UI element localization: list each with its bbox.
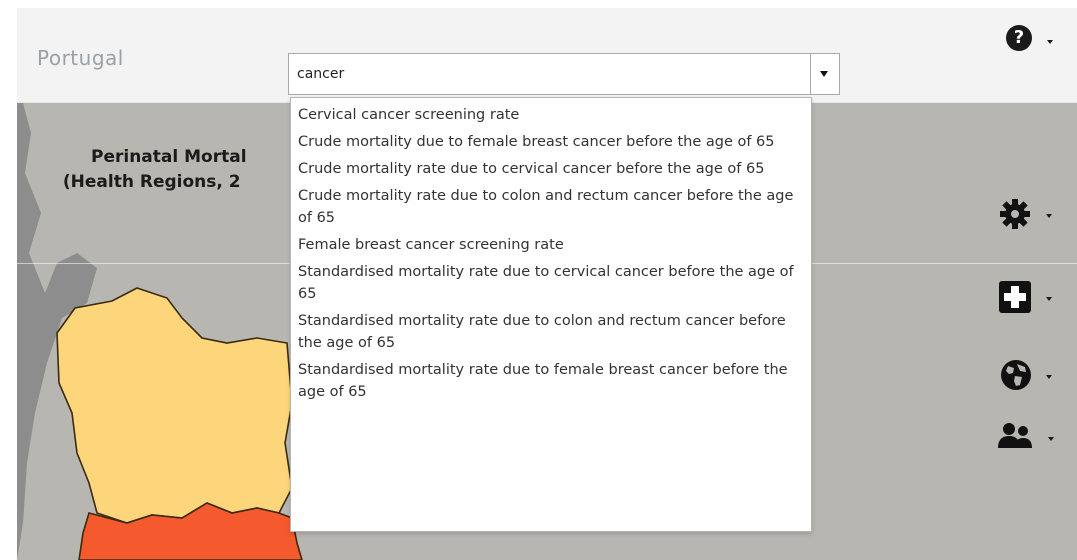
- gear-caret-icon[interactable]: [1046, 214, 1052, 218]
- users-icon[interactable]: [998, 422, 1034, 450]
- dropdown-option[interactable]: Crude mortality due to female breast can…: [291, 130, 811, 157]
- dropdown-option[interactable]: Standardised mortality rate due to cervi…: [291, 260, 811, 309]
- help-caret-icon[interactable]: [1047, 40, 1053, 44]
- app-brand: Portugal: [37, 46, 124, 70]
- dropdown-option[interactable]: Cervical cancer screening rate: [291, 103, 811, 130]
- globe-caret-icon[interactable]: [1046, 375, 1052, 379]
- globe-icon[interactable]: [1000, 359, 1032, 391]
- gear-icon[interactable]: [998, 197, 1032, 231]
- chevron-down-icon: [820, 71, 828, 77]
- indicator-dropdown: Cervical cancer screening rate Crude mor…: [290, 97, 812, 532]
- users-caret-icon[interactable]: [1048, 437, 1054, 441]
- indicator-select-toggle[interactable]: [810, 54, 839, 94]
- dropdown-option[interactable]: Crude mortality rate due to cervical can…: [291, 157, 811, 184]
- dropdown-option[interactable]: Standardised mortality rate due to femal…: [291, 358, 811, 407]
- map-title-line-1: Perinatal Mortal: [91, 147, 247, 167]
- dropdown-option[interactable]: Standardised mortality rate due to colon…: [291, 309, 811, 358]
- help-icon[interactable]: ?: [1006, 25, 1032, 51]
- map-title: Perinatal Mortal (Health Regions, 2: [63, 145, 247, 195]
- dropdown-option[interactable]: Female breast cancer screening rate: [291, 233, 811, 260]
- region-north[interactable]: [56, 287, 293, 524]
- plus-square-icon[interactable]: [998, 280, 1032, 314]
- indicator-select-value[interactable]: cancer: [297, 66, 344, 82]
- dropdown-option[interactable]: Crude mortality rate due to colon and re…: [291, 184, 811, 233]
- plus-caret-icon[interactable]: [1046, 297, 1052, 301]
- indicator-select[interactable]: cancer: [288, 53, 840, 95]
- map-title-line-2: (Health Regions, 2: [62, 172, 241, 192]
